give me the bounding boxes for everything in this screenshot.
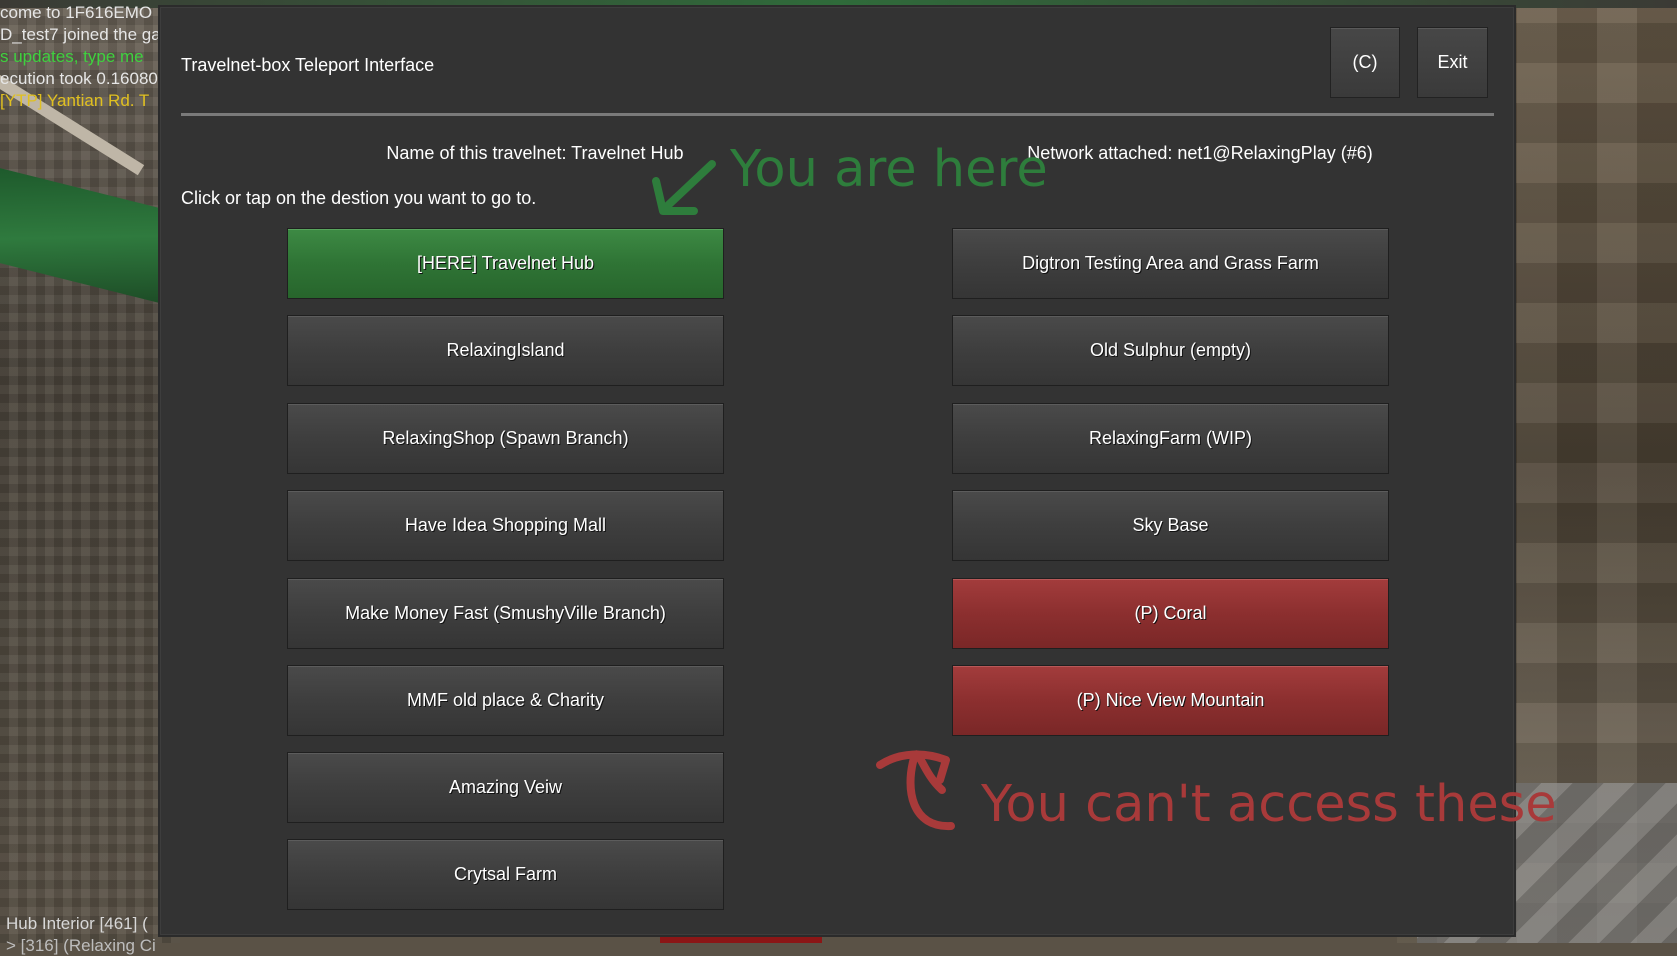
chat-line: D_test7 joined the ga bbox=[0, 25, 161, 44]
travelnet-name-label: Name of this travelnet: Travelnet Hub bbox=[386, 143, 684, 163]
destination-button[interactable]: RelaxingIsland bbox=[287, 315, 724, 386]
c-button[interactable]: (C) bbox=[1330, 27, 1400, 98]
destination-button[interactable]: RelaxingShop (Spawn Branch) bbox=[287, 403, 724, 474]
destination-button[interactable]: Digtron Testing Area and Grass Farm bbox=[952, 228, 1389, 299]
chat-line: come to 1F616EMO bbox=[0, 3, 153, 22]
destination-button[interactable]: Crytsal Farm bbox=[287, 839, 724, 910]
destination-button[interactable]: Amazing Veiw bbox=[287, 752, 724, 823]
destination-button[interactable]: Sky Base bbox=[952, 490, 1389, 561]
destination-button-private[interactable]: (P) Nice View Mountain bbox=[952, 665, 1389, 736]
location-info-secondary: > [316] (Relaxing Ci bbox=[6, 936, 156, 955]
destination-button-here[interactable]: [HERE] Travelnet Hub bbox=[287, 228, 724, 299]
chat-line: [YTP] Yantian Rd. T bbox=[0, 91, 150, 110]
chat-line: s updates, type me bbox=[0, 47, 144, 66]
destination-button[interactable]: Have Idea Shopping Mall bbox=[287, 490, 724, 561]
header-divider bbox=[181, 113, 1494, 116]
chat-log: come to 1F616EMO D_test7 joined the ga s… bbox=[0, 2, 161, 112]
destination-button-private[interactable]: (P) Coral bbox=[952, 578, 1389, 649]
location-info: Hub Interior [461] ( bbox=[6, 914, 148, 933]
cant-access-annotation: You can't access these bbox=[981, 775, 1557, 834]
destination-button[interactable]: Make Money Fast (SmushyVille Branch) bbox=[287, 578, 724, 649]
dialog-title: Travelnet-box Teleport Interface bbox=[181, 55, 435, 75]
chat-line: ecution took 0.16080 bbox=[0, 69, 158, 88]
destination-button[interactable]: MMF old place & Charity bbox=[287, 665, 724, 736]
exit-button[interactable]: Exit bbox=[1417, 27, 1488, 98]
destination-button[interactable]: RelaxingFarm (WIP) bbox=[952, 403, 1389, 474]
instruction-text: Click or tap on the destion you want to … bbox=[181, 188, 537, 208]
destination-button[interactable]: Old Sulphur (empty) bbox=[952, 315, 1389, 386]
you-are-here-annotation: You are here bbox=[730, 140, 1048, 199]
